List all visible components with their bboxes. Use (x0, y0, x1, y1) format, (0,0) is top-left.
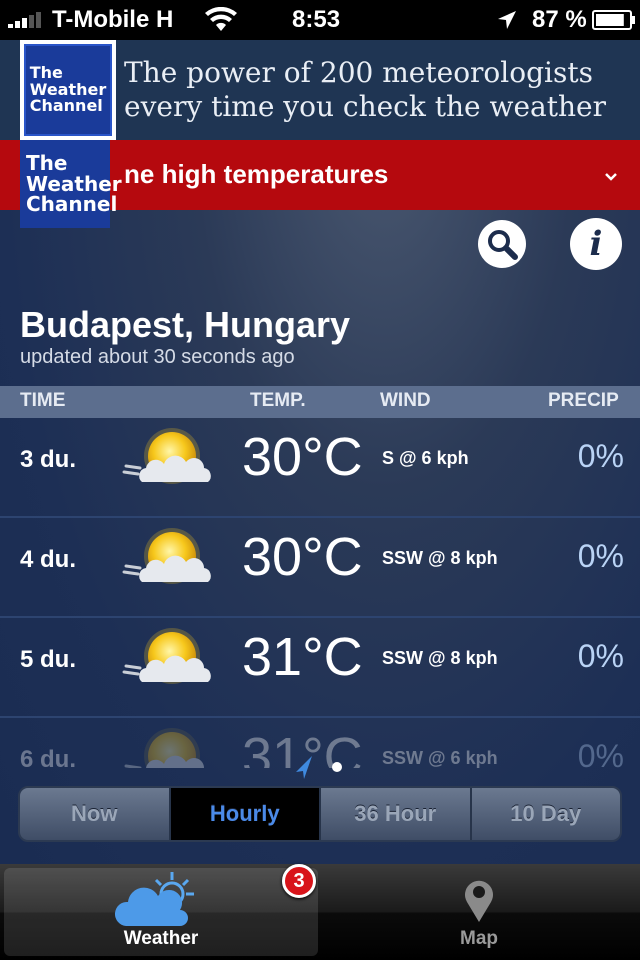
chevron-down-icon[interactable] (604, 172, 618, 182)
twc-logo: The Weather Channel (20, 40, 116, 140)
table-row[interactable]: 3 du. 30°C S @ 6 kph 0% (0, 418, 640, 518)
tab-bar: Weather 3 Map (0, 864, 640, 960)
header-time: TIME (20, 390, 66, 411)
map-pin-icon (465, 880, 493, 922)
page-indicator[interactable] (0, 752, 640, 782)
row-time: 5 du. (20, 646, 77, 673)
row-precip: 0% (577, 438, 624, 474)
partly-sunny-icon (122, 524, 218, 596)
hourly-list[interactable]: 3 du. 30°C S @ 6 kph 0% 4 du. 30°C SSW @… (0, 418, 640, 768)
header-wind: WIND (380, 390, 431, 411)
info-icon: i (589, 224, 603, 264)
table-row[interactable]: 5 du. 31°C SSW @ 8 kph 0% (0, 618, 640, 718)
row-time: 4 du. (20, 546, 77, 573)
updated-text: updated about 30 seconds ago (20, 346, 295, 368)
search-icon (488, 230, 518, 260)
clock: 8:53 (292, 6, 341, 33)
partly-sunny-icon (122, 424, 218, 496)
info-button[interactable]: i (570, 218, 622, 270)
forecast-segmented-control[interactable]: Now Hourly 36 Hour 10 Day (18, 786, 622, 842)
row-wind: S @ 6 kph (382, 448, 469, 468)
segment-now[interactable]: Now (20, 788, 171, 840)
tab-weather[interactable]: Weather (4, 868, 318, 956)
row-wind: SSW @ 8 kph (382, 648, 498, 668)
news-headline[interactable]: ne high temperatures (124, 159, 388, 190)
table-header: TIME TEMP. WIND PRECIP (0, 386, 640, 418)
partly-sunny-icon (122, 624, 218, 696)
tab-map[interactable]: Map (322, 868, 636, 956)
city-name: Budapest, Hungary (20, 304, 351, 345)
signal-icon (8, 12, 41, 28)
table-row[interactable]: 4 du. 30°C SSW @ 8 kph 0% (0, 518, 640, 618)
notification-badge: 3 (282, 864, 316, 898)
segment-10-day[interactable]: 10 Day (472, 788, 621, 840)
status-bar: T-Mobile H 8:53 87 % (0, 0, 640, 40)
carrier-name: T-Mobile H (52, 6, 174, 33)
header-temp: TEMP. (250, 390, 306, 411)
tab-map-label: Map (460, 928, 498, 949)
row-temp: 31°C (242, 627, 363, 687)
battery-percent: 87 % (532, 6, 587, 33)
search-button[interactable] (478, 220, 526, 268)
row-temp: 30°C (242, 427, 363, 487)
row-time: 3 du. (20, 446, 77, 473)
segment-hourly[interactable]: Hourly (170, 788, 321, 840)
ad-banner[interactable]: The Weather Channel The power of 200 met… (0, 40, 640, 140)
battery-icon (592, 10, 635, 30)
row-precip: 0% (577, 638, 624, 674)
tab-weather-label: Weather (123, 928, 199, 949)
twc-logo: The Weather Channel (20, 140, 122, 228)
page-dot[interactable] (332, 762, 342, 772)
segment-36-hour[interactable]: 36 Hour (321, 788, 472, 840)
location-arrow-icon (296, 756, 312, 779)
row-precip: 0% (577, 538, 624, 574)
row-temp: 30°C (242, 527, 363, 587)
weather-cloud-icon (114, 872, 194, 926)
ad-text: The power of 200 meteorologists every ti… (124, 56, 606, 123)
location-arrow-icon (498, 11, 516, 29)
row-wind: SSW @ 8 kph (382, 548, 498, 568)
weather-screen: The Weather Channel The power of 200 met… (0, 40, 640, 864)
header-precip: PRECIP (548, 390, 619, 411)
wifi-icon (205, 7, 237, 31)
